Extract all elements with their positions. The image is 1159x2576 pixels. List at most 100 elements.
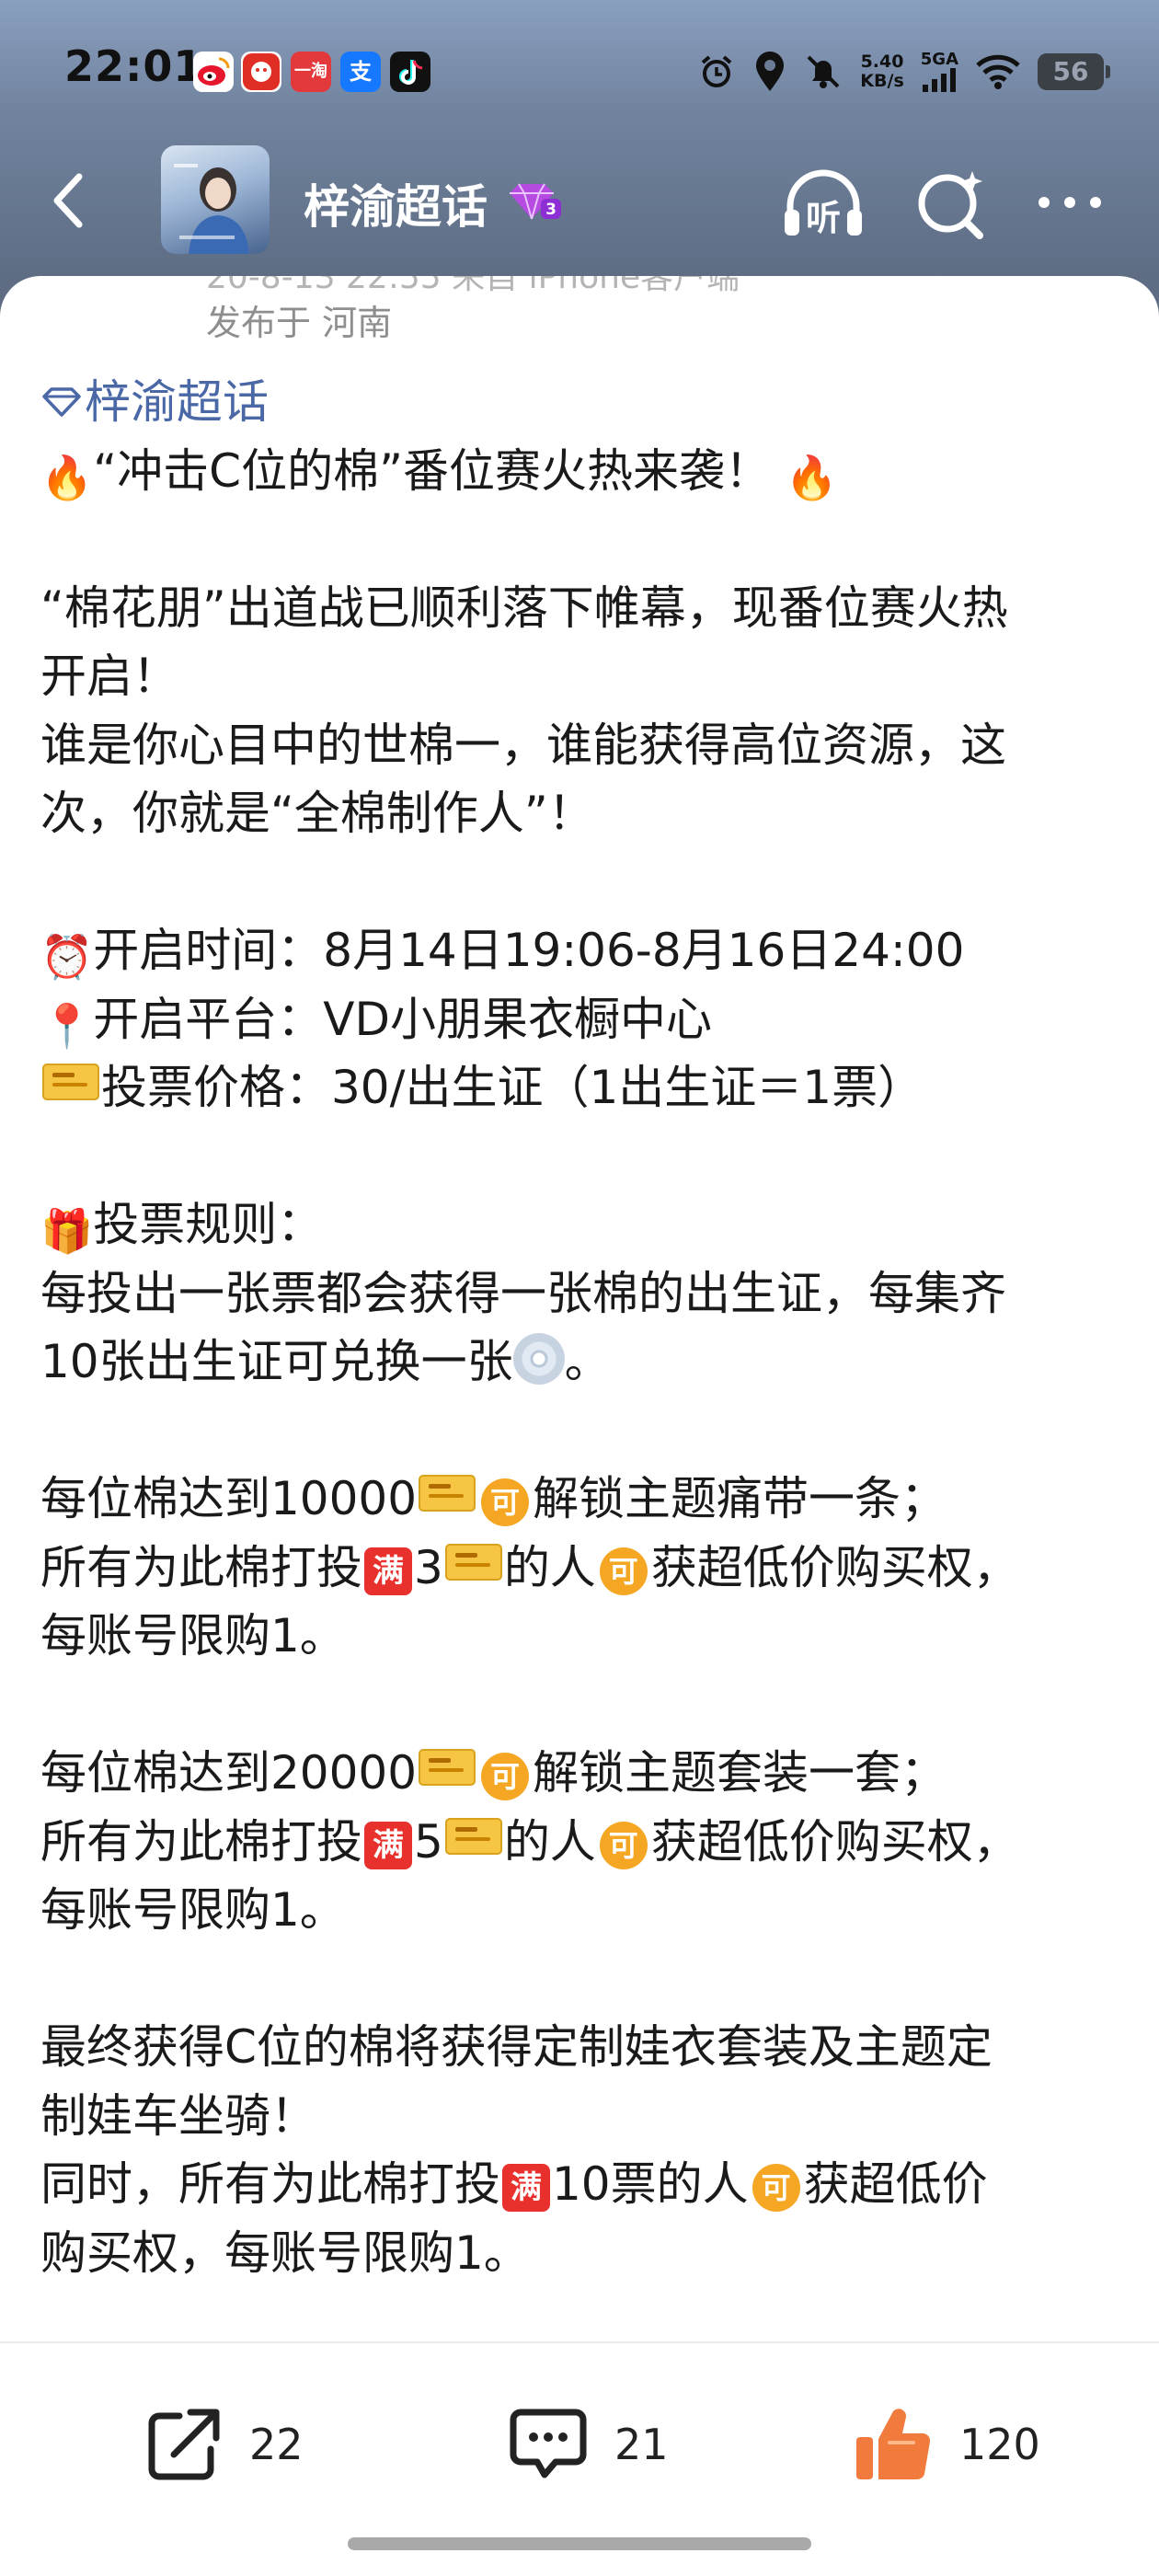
tier2-line-2: 所有为此棉打投满 5 的人可获超低价购买权， (40, 1808, 1126, 1877)
final-line-2: 制娃车坐骑！ (40, 2088, 316, 2143)
man-badge-icon: 满 (502, 2164, 550, 2212)
svg-text:3: 3 (545, 201, 557, 219)
page-title: 梓渝超话 (304, 180, 488, 234)
ticket-icon (419, 1475, 476, 1512)
post-body: 梓渝超话 🔥“冲击C位的棉”番位赛火热来袭！ 🔥 “棉花朋”出道战已顺利落下帷幕… (40, 368, 1126, 2287)
share-count: 22 (249, 2420, 304, 2469)
platform-text: 开启平台：VD小朋果衣橱中心 (93, 992, 712, 1046)
listen-button[interactable]: 听 (777, 164, 869, 247)
status-bar: 22:01 一淘 支 5.40 KB/s 5GA 56 (0, 0, 1159, 138)
tier2-line-1: 每位棉达到20000 可解锁主题套装一套； (40, 1739, 1126, 1808)
ticket-icon (42, 1064, 99, 1100)
alipay-icon: 支 (340, 52, 381, 92)
ke-badge-icon: 可 (481, 1478, 530, 1526)
alarm-icon (701, 55, 732, 87)
post-headline: 🔥“冲击C位的棉”番位赛火热来袭！ 🔥 (40, 437, 1126, 506)
listen-label: 听 (806, 198, 841, 238)
avatar[interactable] (161, 145, 270, 254)
final-text: 10票的人 (552, 2157, 749, 2211)
tier1-text: 每位棉达到10000 (40, 1472, 418, 1525)
share-icon (148, 2409, 220, 2480)
more-dots-icon (1039, 197, 1101, 208)
jd-icon: 一淘 (291, 52, 331, 92)
wifi-icon (976, 54, 1020, 89)
rules-line-2: 10张出生证可兑换一张。 (40, 1328, 1126, 1397)
man-badge-icon: 满 (364, 1547, 412, 1595)
comment-button[interactable]: 21 (506, 2398, 669, 2490)
tier2-text: 的人 (503, 1814, 596, 1869)
share-button[interactable]: 22 (143, 2398, 304, 2490)
intro-line-4: 次，你就是“全棉制作人”！ (40, 787, 594, 840)
headphones-icon: 听 (785, 169, 862, 238)
diamond-topic-icon (42, 387, 81, 417)
like-button[interactable]: 120 (851, 2398, 1040, 2490)
post-location: 发布于 河南 (206, 303, 393, 343)
disc-icon (512, 1333, 565, 1385)
man-badge-icon: 满 (364, 1821, 412, 1869)
rules-period: 。 (564, 1335, 611, 1388)
rules-title: 投票规则： (93, 1198, 324, 1251)
signal-bars-icon (923, 68, 957, 92)
tier2-count: 5 (414, 1814, 443, 1869)
tier2-line-3: 每账号限购1。 (40, 1883, 346, 1937)
mute-bell-icon (807, 55, 840, 88)
tier1-count: 3 (414, 1540, 443, 1594)
ticket-icon (444, 1817, 502, 1855)
comment-count: 21 (614, 2420, 669, 2469)
comment-icon (510, 2409, 587, 2478)
status-indicators: 5.40 KB/s 5GA 56 (696, 44, 1110, 99)
nav-bar: 梓渝超话 3 听 (0, 138, 1159, 267)
fire-icon: 🔥 (40, 452, 94, 502)
tier1-line-3: 每账号限购1。 (40, 1609, 346, 1662)
price-line: 投票价格：30/出生证（1出生证＝1票） (40, 1053, 1126, 1122)
tier1-text: 所有为此棉打投 (40, 1540, 362, 1594)
jd-label: 一淘 (294, 62, 327, 81)
pin-icon: 📍 (40, 1000, 94, 1051)
rules-text: 10张出生证可兑换一张 (40, 1335, 513, 1388)
net-speed-unit: KB/s (860, 71, 904, 91)
location-icon (756, 52, 785, 91)
ticket-icon (419, 1749, 476, 1786)
tier2-text: 获超低价购买权， (650, 1814, 1019, 1869)
screen: 22:01 一淘 支 5.40 KB/s 5GA 56 梓渝超话 3 听 20-… (0, 0, 1159, 2576)
final-line-1: 最终获得C位的棉将获得定制娃衣套装及主题定 (40, 2020, 993, 2074)
more-button[interactable] (1026, 164, 1118, 247)
weibo-icon (193, 52, 234, 92)
tier2-text: 所有为此棉打投 (40, 1814, 362, 1869)
fire-icon: 🔥 (785, 452, 839, 502)
time-text: 开启时间：8月14日19:06-8月16日24:00 (93, 924, 965, 977)
vip-diamond-icon: 3 (510, 183, 561, 220)
platform-line: 📍开启平台：VD小朋果衣橱中心 (40, 985, 1126, 1054)
final-text: 同时，所有为此棉打投 (40, 2157, 500, 2211)
ke-badge-icon: 可 (481, 1753, 530, 1800)
tier1-line-2: 所有为此棉打投满 3 的人可获超低价购买权， (40, 1534, 1126, 1603)
alipay-label: 支 (350, 59, 372, 85)
status-time: 22:01 (64, 41, 204, 91)
net-speed: 5.40 KB/s (860, 52, 903, 91)
intro-line-2: 开启！ (40, 650, 178, 703)
avatar-image (174, 164, 249, 254)
topic-link[interactable]: 梓渝超话 (40, 368, 1126, 437)
thumbs-up-icon (856, 2409, 931, 2480)
intro-line-1: “棉花朋”出道战已顺利落下帷幕，现番位赛火热 (40, 581, 1008, 635)
alarm-clock-icon: ⏰ (40, 932, 94, 982)
home-indicator[interactable] (348, 2537, 811, 2550)
like-count: 120 (959, 2420, 1040, 2469)
search-icon (918, 171, 983, 239)
rules-line-1: 每投出一张票都会获得一张棉的出生证，每集齐 (40, 1266, 1006, 1320)
pinduoduo-icon (241, 52, 281, 92)
tiktok-icon (390, 52, 430, 92)
search-button[interactable] (906, 164, 998, 247)
intro-line-3: 谁是你心目中的世棉一，谁能获得高位资源，这 (40, 718, 1006, 772)
final-line-3: 同时，所有为此棉打投满 10票的人可获超低价 (40, 2150, 1126, 2219)
battery-indicator: 56 (1038, 53, 1110, 90)
final-line-4: 购买权，每账号限购1。 (40, 2225, 530, 2280)
tier2-text: 解锁主题套装一套； (533, 1746, 947, 1800)
final-text: 获超低价 (803, 2157, 988, 2211)
back-button[interactable] (37, 164, 110, 237)
